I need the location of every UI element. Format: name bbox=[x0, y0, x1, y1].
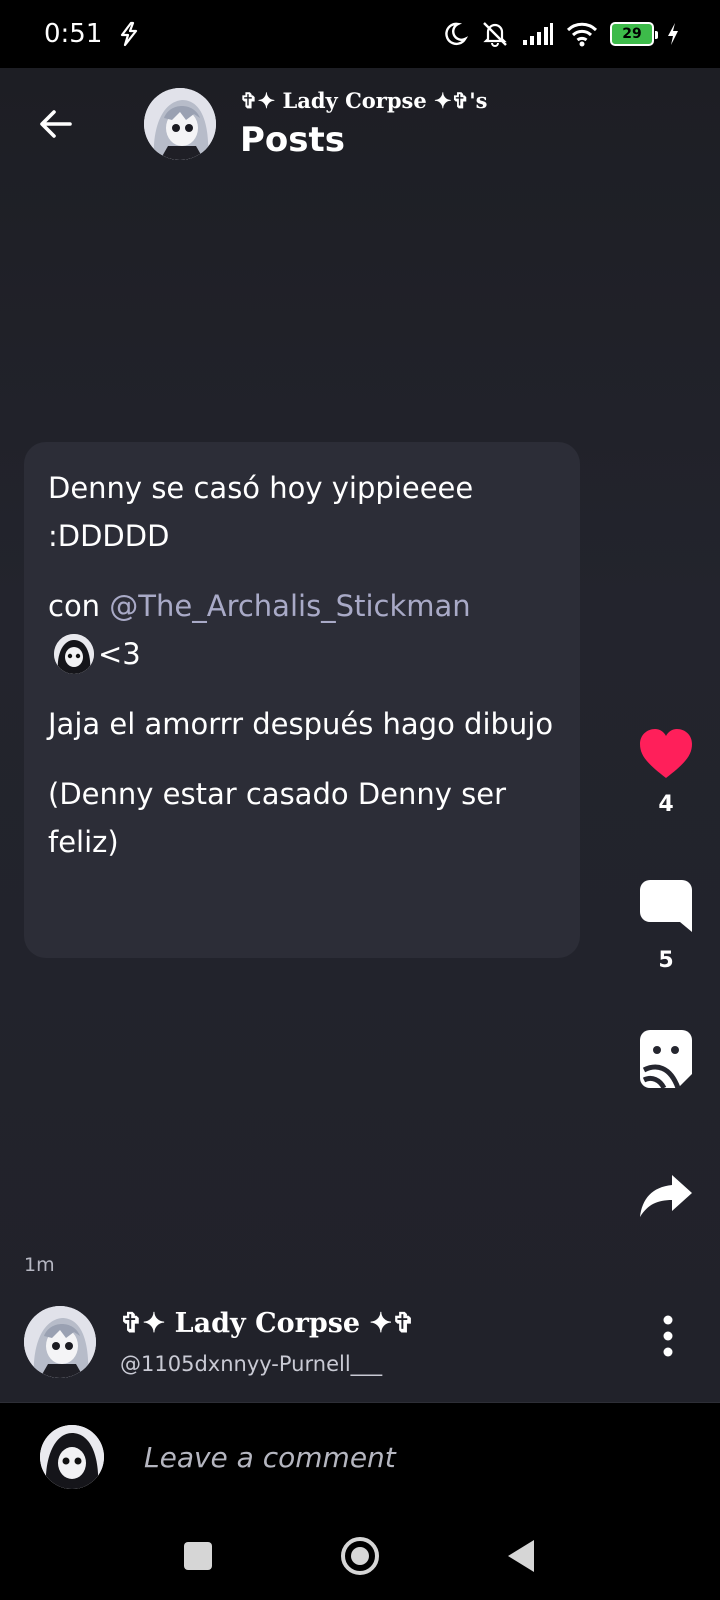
like-count: 4 bbox=[658, 792, 674, 817]
page-title: Posts bbox=[240, 120, 346, 160]
current-user-avatar[interactable] bbox=[40, 1425, 104, 1489]
share-action[interactable] bbox=[620, 1173, 712, 1225]
author-handle[interactable]: @1105dxnnyy-Purnell___ bbox=[120, 1352, 382, 1376]
post-paragraph-2: con @The_Archalis_Stickman <3 bbox=[48, 582, 556, 678]
comment-count: 5 bbox=[658, 948, 674, 973]
recents-square-icon[interactable] bbox=[176, 1534, 220, 1578]
signal-icon bbox=[523, 23, 553, 45]
back-arrow-icon[interactable] bbox=[36, 104, 76, 144]
author-avatar-image bbox=[24, 1306, 96, 1378]
post-paragraph-1: Denny se casó hoy yippieeee :DDDDD bbox=[48, 471, 474, 553]
more-options-icon[interactable] bbox=[648, 1312, 688, 1360]
muted-bell-icon bbox=[483, 22, 507, 47]
reaction-action[interactable] bbox=[620, 1028, 712, 1094]
comment-bubble-icon[interactable] bbox=[638, 878, 694, 936]
header-avatar[interactable] bbox=[144, 88, 216, 160]
battery-indicator: 29 bbox=[610, 22, 658, 46]
sticker-icon[interactable] bbox=[638, 1028, 694, 1090]
status-left: 0:51 bbox=[44, 19, 142, 49]
status-time: 0:51 bbox=[44, 19, 103, 49]
author-name[interactable]: ✞✦ Lady Corpse ✦✞ bbox=[120, 1308, 415, 1339]
like-action[interactable]: 4 bbox=[620, 728, 712, 817]
heart-icon[interactable] bbox=[638, 728, 694, 780]
charging-icon bbox=[668, 23, 678, 45]
comment-input[interactable] bbox=[144, 1433, 664, 1481]
post-text-suffix: <3 bbox=[98, 637, 141, 671]
wifi-icon bbox=[566, 22, 598, 47]
post-timestamp: 1m bbox=[24, 1254, 55, 1276]
comment-bar bbox=[0, 1402, 720, 1506]
home-circle-icon[interactable] bbox=[338, 1534, 382, 1578]
post-card[interactable]: Denny se casó hoy yippieeee :DDDDD con @… bbox=[24, 442, 580, 958]
mention-avatar-image bbox=[54, 634, 94, 674]
user-mention-link[interactable]: @The_Archalis_Stickman bbox=[109, 589, 470, 623]
header-subtitle: ✞✦ Lady Corpse ✦✞'s bbox=[240, 88, 488, 113]
post-paragraph-3: Jaja el amorrr después hago dibujo bbox=[48, 707, 554, 741]
top-bar: ✞✦ Lady Corpse ✦✞'s Posts bbox=[0, 68, 720, 178]
current-user-avatar-image bbox=[40, 1425, 104, 1489]
battery-level: 29 bbox=[622, 26, 642, 42]
flash-icon bbox=[121, 21, 138, 47]
back-triangle-icon[interactable] bbox=[500, 1534, 544, 1578]
mention-avatar[interactable] bbox=[54, 634, 94, 674]
post-screen: ✞✦ Lady Corpse ✦✞'s Posts Denny se casó … bbox=[0, 68, 720, 1404]
comment-action[interactable]: 5 bbox=[620, 878, 712, 973]
system-nav-bar bbox=[0, 1506, 720, 1600]
author-avatar[interactable] bbox=[24, 1306, 96, 1378]
status-right: 29 bbox=[442, 20, 680, 48]
status-bar: 0:51 29 bbox=[0, 0, 720, 68]
avatar-image bbox=[144, 88, 216, 160]
post-paragraph-4: (Denny estar casado Denny ser feliz) bbox=[48, 777, 507, 859]
share-arrow-icon[interactable] bbox=[638, 1173, 694, 1221]
moon-icon bbox=[445, 22, 468, 46]
post-text-prefix: con bbox=[48, 589, 110, 623]
